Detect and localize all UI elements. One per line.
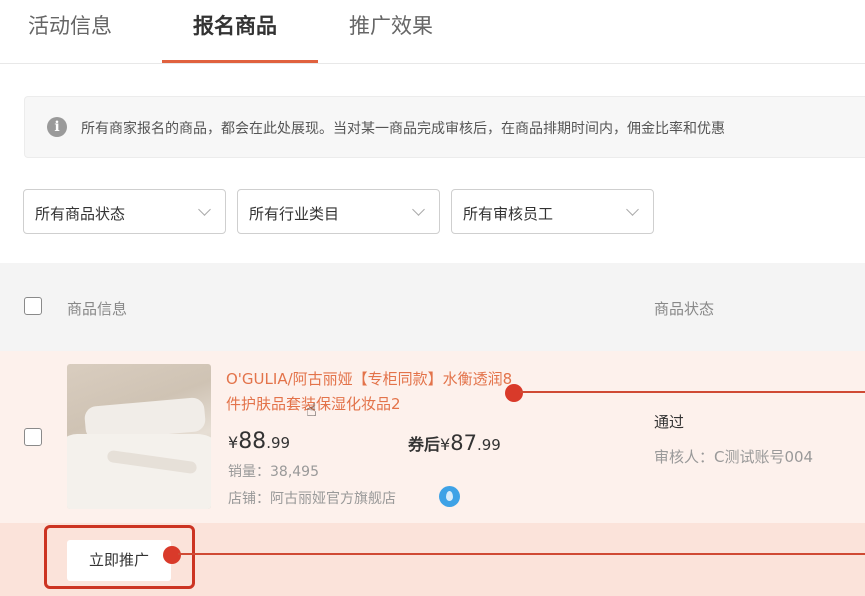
- product-title-link[interactable]: O'GULIA/阿古丽娅【专柜同款】水衡透润8件护肤品套装保湿化妆品2: [226, 367, 516, 417]
- select-label: 所有行业类目: [249, 205, 340, 223]
- industry-category-select[interactable]: 所有行业类目: [237, 189, 440, 234]
- hand-cursor-icon: ☝: [306, 400, 317, 421]
- annotation-marker: [505, 384, 523, 402]
- info-icon: i: [47, 117, 67, 137]
- shop-chat-icon[interactable]: [439, 486, 460, 507]
- coupon-symbol: ¥: [440, 435, 451, 454]
- shop-name: 店铺：阿古丽娅官方旗舰店: [228, 491, 396, 507]
- select-all-checkbox[interactable]: [24, 297, 42, 315]
- annotation-line: [520, 391, 865, 393]
- product-price: ¥88.99: [228, 429, 290, 454]
- product-status-select[interactable]: 所有商品状态: [23, 189, 226, 234]
- column-header-product-status: 商品状态: [654, 300, 715, 318]
- column-header-product-info: 商品信息: [67, 300, 128, 318]
- reviewer-select[interactable]: 所有审核员工: [451, 189, 654, 234]
- active-tab-indicator: [162, 60, 318, 63]
- coupon-label: 券后: [408, 435, 441, 454]
- price-symbol: ¥: [228, 433, 239, 452]
- annotation-line: [178, 553, 865, 555]
- product-status: 通过: [654, 413, 685, 431]
- tab-activity-info[interactable]: 活动信息: [28, 10, 112, 40]
- tab-promotion-effect[interactable]: 推广效果: [349, 10, 433, 40]
- tab-registered-products[interactable]: 报名商品: [193, 10, 277, 40]
- notice-text: 所有商家报名的商品，都会在此处展现。当对某一商品完成审核后，在商品排期时间内，佣…: [81, 121, 725, 137]
- price-integer: 88: [238, 429, 267, 454]
- row-checkbox[interactable]: [24, 428, 42, 446]
- coupon-integer: 87: [450, 431, 477, 455]
- chevron-down-icon: [412, 203, 425, 216]
- select-label: 所有商品状态: [35, 205, 126, 223]
- coupon-price: 券后¥87.99: [408, 431, 501, 455]
- tab-bar: 活动信息 报名商品 推广效果: [0, 0, 865, 64]
- chevron-down-icon: [198, 203, 211, 216]
- chevron-down-icon: [626, 203, 639, 216]
- product-thumbnail[interactable]: [67, 364, 211, 509]
- table-row: O'GULIA/阿古丽娅【专柜同款】水衡透润8件护肤品套装保湿化妆品2 ¥88.…: [0, 351, 865, 523]
- table-header: 商品信息 商品状态: [0, 263, 865, 351]
- annotation-marker: [163, 546, 181, 564]
- coupon-decimal: .99: [476, 436, 501, 454]
- price-decimal: .99: [266, 434, 291, 452]
- info-notice: i 所有商家报名的商品，都会在此处展现。当对某一商品完成审核后，在商品排期时间内…: [24, 96, 865, 158]
- select-label: 所有审核员工: [463, 205, 554, 223]
- sales-count: 销量：38,495: [228, 464, 319, 480]
- reviewer-info: 审核人：C测试账号004: [654, 448, 814, 466]
